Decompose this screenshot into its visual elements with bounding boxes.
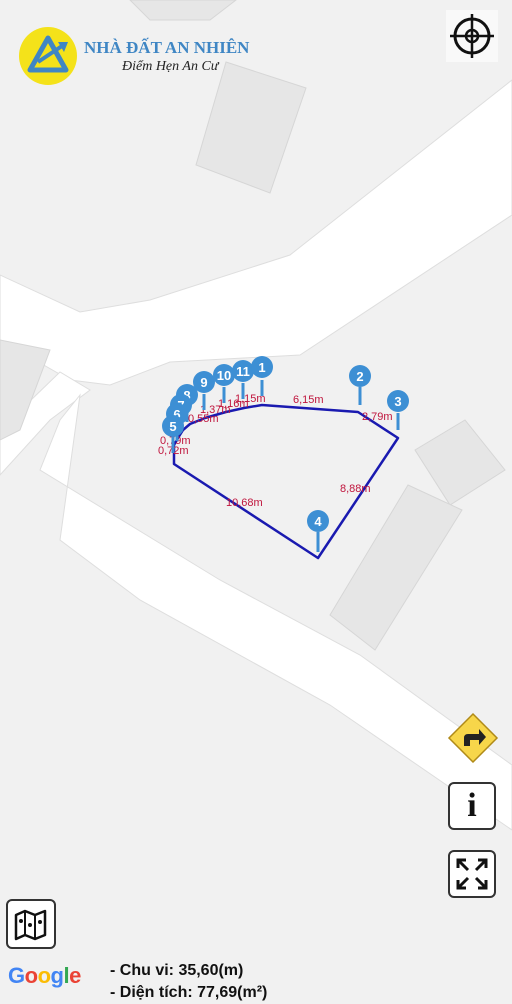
svg-text:2: 2: [356, 369, 363, 384]
google-logo-text: Google: [8, 963, 81, 988]
svg-text:10: 10: [217, 368, 231, 383]
svg-text:4: 4: [314, 514, 322, 529]
map-layers-icon: [14, 909, 47, 941]
plot-summary: - Chu vi: 35,60(m) - Diện tích: 77,69(m²…: [110, 960, 267, 1004]
svg-text:9: 9: [200, 375, 207, 390]
land-parcel-outline[interactable]: [172, 403, 400, 560]
crosshair-icon: [446, 10, 498, 62]
info-icon: i: [467, 787, 477, 824]
svg-text:3: 3: [394, 394, 401, 409]
segment-label: 10,68m: [226, 497, 263, 509]
segment-label: 8,88m: [340, 483, 371, 495]
plot-overlay: 6,15m 2,79m 8,88m 10,68m 0,72m 0,79m 0,5…: [158, 356, 409, 560]
fullscreen-button[interactable]: [448, 850, 496, 898]
directions-button[interactable]: [447, 712, 499, 764]
google-attribution: Google: [8, 963, 81, 989]
segment-label: 0,79m: [160, 435, 191, 447]
svg-text:11: 11: [236, 364, 250, 379]
info-button[interactable]: i: [448, 782, 496, 830]
segment-label: 2,79m: [362, 411, 393, 423]
map-type-button[interactable]: [6, 899, 56, 949]
area-text: - Diện tích: 77,69(m²): [110, 984, 268, 1001]
perimeter-text: - Chu vi: 35,60(m): [110, 962, 244, 979]
brand-logo-icon: [19, 27, 77, 85]
brand-slogan: Điểm Hẹn An Cư: [122, 59, 219, 74]
pin-1[interactable]: 1: [251, 356, 273, 396]
brand-header: NHÀ ĐẤT AN NHIÊN Điểm Hẹn An Cư: [18, 26, 298, 86]
pin-3[interactable]: 3: [387, 390, 409, 430]
svg-text:5: 5: [169, 419, 176, 434]
pin-2[interactable]: 2: [349, 365, 371, 405]
directions-arrow-icon: [447, 712, 499, 764]
segment-label: 6,15m: [293, 394, 324, 406]
fullscreen-icon: [456, 858, 488, 890]
brand-name: NHÀ ĐẤT AN NHIÊN: [84, 38, 250, 57]
locate-button[interactable]: [446, 10, 498, 62]
svg-text:1: 1: [258, 360, 265, 375]
